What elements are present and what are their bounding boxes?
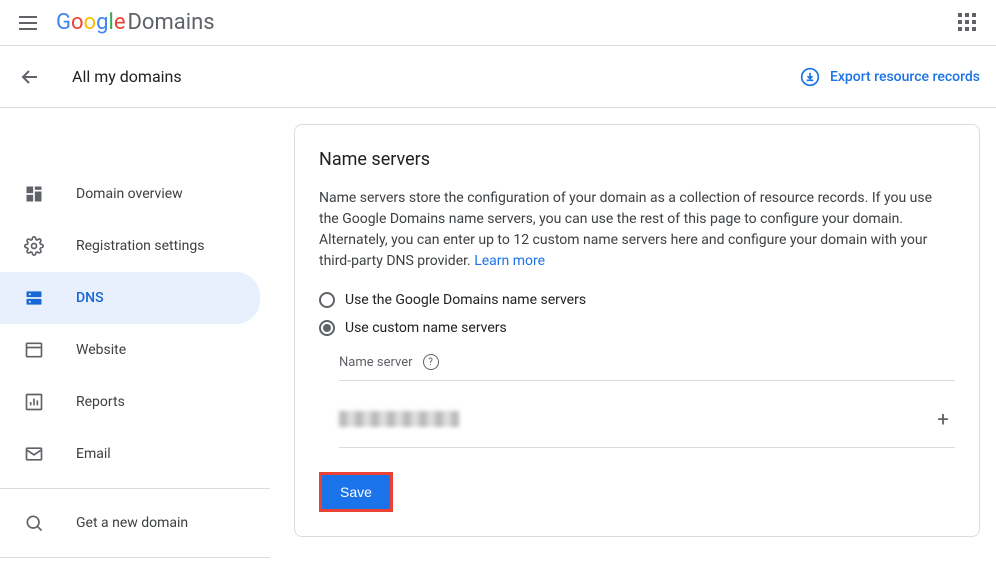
download-icon: [800, 67, 820, 87]
top-bar: Google Domains: [0, 0, 996, 46]
save-button-highlight: Save: [319, 472, 393, 512]
google-domains-logo[interactable]: Google Domains: [56, 10, 215, 35]
top-bar-left: Google Domains: [16, 10, 215, 35]
save-button[interactable]: Save: [322, 475, 390, 509]
export-records-label: Export resource records: [830, 69, 980, 85]
logo-product-name: Domains: [127, 10, 214, 35]
back-arrow-icon[interactable]: [18, 65, 42, 89]
name-server-label: Name server: [339, 355, 413, 370]
sub-header-left: All my domains: [18, 65, 182, 89]
radio-custom-name-servers[interactable]: Use custom name servers: [319, 320, 955, 336]
sidebar-divider: [0, 488, 270, 489]
sidebar-item-label: Email: [76, 446, 111, 462]
menu-icon[interactable]: [16, 11, 40, 35]
sidebar-item-label: Website: [76, 342, 126, 358]
radio-google-name-servers[interactable]: Use the Google Domains name servers: [319, 292, 955, 308]
radio-icon: [319, 320, 335, 336]
sidebar: Domain overview Registration settings DN…: [0, 108, 270, 566]
page-title: All my domains: [72, 67, 182, 86]
sub-header: All my domains Export resource records: [0, 46, 996, 108]
dashboard-icon: [22, 182, 46, 206]
sidebar-item-get-new-domain[interactable]: Get a new domain: [0, 497, 260, 549]
name-server-header: Name server ?: [339, 354, 955, 381]
apps-icon[interactable]: [956, 11, 980, 35]
name-server-input[interactable]: [339, 411, 931, 427]
add-name-server-button[interactable]: +: [931, 407, 955, 431]
dns-icon: [22, 286, 46, 310]
sidebar-item-label: Domain overview: [76, 186, 183, 202]
radio-label: Use the Google Domains name servers: [345, 292, 586, 308]
website-icon: [22, 338, 46, 362]
help-icon[interactable]: ?: [423, 354, 439, 370]
email-icon: [22, 442, 46, 466]
reports-icon: [22, 390, 46, 414]
sidebar-divider: [0, 557, 270, 558]
radio-icon: [319, 292, 335, 308]
card-description: Name servers store the configuration of …: [319, 188, 955, 272]
sidebar-item-label: Reports: [76, 394, 125, 410]
content-area: Name servers Name servers store the conf…: [270, 108, 996, 566]
sidebar-item-label: Get a new domain: [76, 515, 188, 531]
sidebar-item-website[interactable]: Website: [0, 324, 260, 376]
name-servers-card: Name servers Name servers store the conf…: [294, 124, 980, 537]
radio-label: Use custom name servers: [345, 320, 507, 336]
sidebar-item-domain-overview[interactable]: Domain overview: [0, 168, 260, 220]
sidebar-item-label: Registration settings: [76, 238, 204, 254]
learn-more-link[interactable]: Learn more: [474, 253, 545, 269]
gear-icon: [22, 234, 46, 258]
search-icon: [22, 511, 46, 535]
sidebar-item-label: DNS: [76, 290, 104, 306]
name-server-section: Name server ? +: [339, 354, 955, 448]
card-title: Name servers: [319, 149, 955, 170]
name-server-input-row: +: [339, 391, 955, 448]
sidebar-item-registration-settings[interactable]: Registration settings: [0, 220, 260, 272]
main-layout: Domain overview Registration settings DN…: [0, 108, 996, 566]
export-records-link[interactable]: Export resource records: [800, 67, 980, 87]
sidebar-item-reports[interactable]: Reports: [0, 376, 260, 428]
sidebar-item-email[interactable]: Email: [0, 428, 260, 480]
sidebar-item-dns[interactable]: DNS: [0, 272, 260, 324]
